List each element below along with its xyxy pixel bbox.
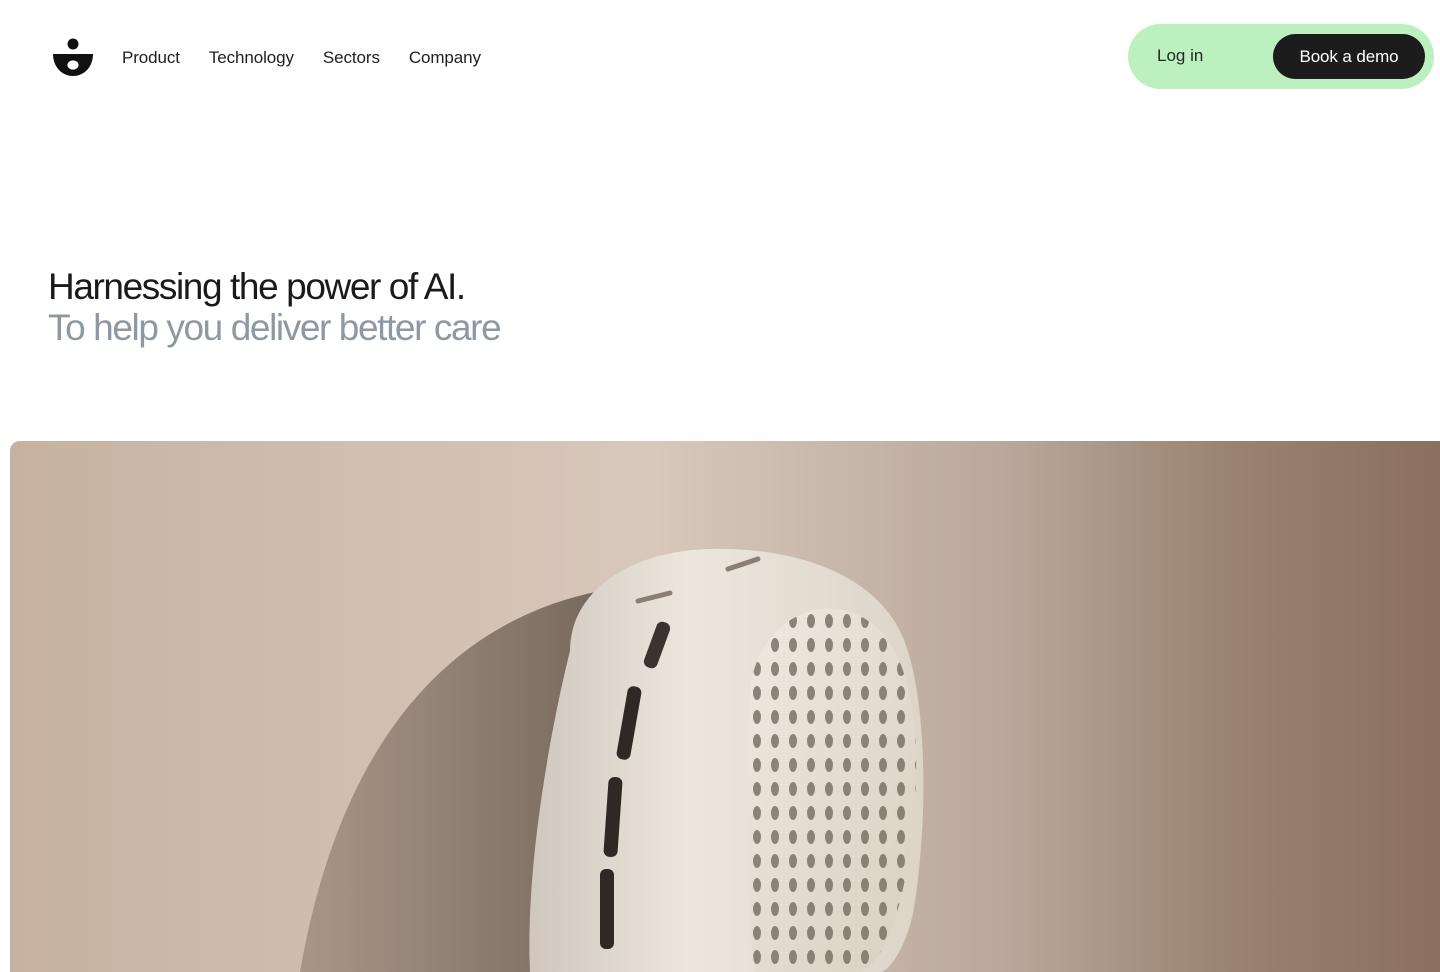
nav-product[interactable]: Product bbox=[122, 46, 180, 70]
login-link[interactable]: Log in bbox=[1157, 45, 1203, 67]
device-illustration bbox=[10, 441, 1440, 972]
hero-title: Harnessing the power of AI. bbox=[48, 266, 466, 307]
site-header: Product Technology Sectors Company Log i… bbox=[0, 0, 1440, 116]
book-demo-button[interactable]: Book a demo bbox=[1273, 34, 1425, 79]
auth-pill: Log in Book a demo bbox=[1128, 24, 1434, 89]
hero-section: Harnessing the power of AI. To help you … bbox=[48, 266, 502, 348]
nav-technology[interactable]: Technology bbox=[209, 46, 294, 70]
hero-subtitle: To help you deliver better care bbox=[48, 307, 502, 348]
nav-sectors[interactable]: Sectors bbox=[323, 46, 380, 70]
page: Product Technology Sectors Company Log i… bbox=[0, 0, 1440, 972]
main-nav: Product Technology Sectors Company bbox=[122, 46, 481, 70]
brand-logo[interactable] bbox=[50, 36, 96, 80]
hero-product-image bbox=[10, 441, 1440, 972]
nav-company[interactable]: Company bbox=[409, 46, 481, 70]
